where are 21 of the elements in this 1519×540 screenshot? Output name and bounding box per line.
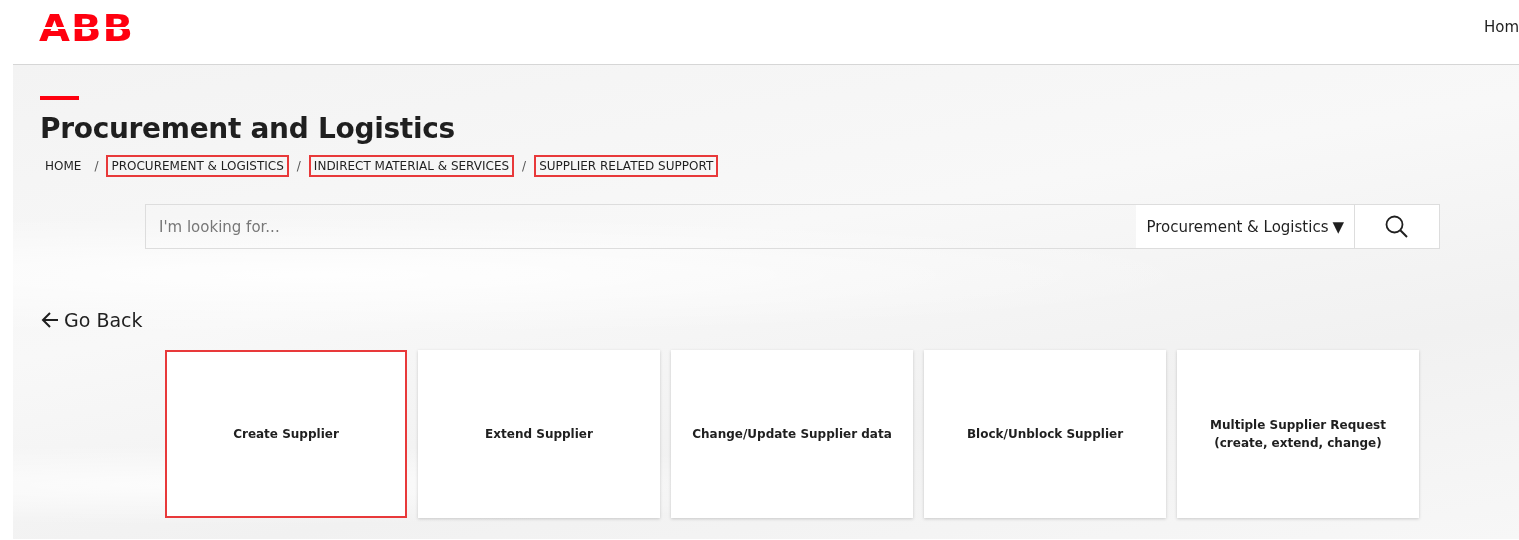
breadcrumb-link[interactable]: SUPPLIER RELATED SUPPORT (534, 155, 719, 177)
breadcrumb-separator: / (94, 159, 99, 173)
title-accent-bar (40, 96, 79, 100)
option-tile[interactable]: Multiple Supplier Request (create, extend, change) (1177, 350, 1419, 518)
search-field[interactable]: I'm looking for... (145, 204, 1137, 249)
go-back-link[interactable]: Go Back (40, 309, 143, 331)
breadcrumb-link[interactable]: PROCUREMENT & LOGISTICS (106, 155, 289, 177)
search-icon (1384, 213, 1410, 240)
search-button[interactable] (1354, 204, 1440, 249)
arrow-left-icon (40, 311, 60, 329)
breadcrumb-link[interactable]: HOME (40, 155, 87, 177)
option-tile[interactable]: Extend Supplier (418, 350, 660, 518)
breadcrumb-separator: / (296, 159, 301, 173)
breadcrumb-link[interactable]: INDIRECT MATERIAL & SERVICES (308, 155, 515, 177)
nav-link[interactable]: Hom (1483, 18, 1519, 36)
breadcrumb-separator: / (522, 159, 527, 173)
scope-dropdown[interactable]: Procurement & Logistics ▼ (1136, 204, 1354, 249)
page-title: Procurement and Logistics (40, 112, 456, 145)
option-tile[interactable]: Change/Update Supplier data (671, 350, 913, 518)
option-tile[interactable]: Create Supplier (165, 350, 407, 518)
option-tile[interactable]: Block/Unblock Supplier (924, 350, 1166, 518)
